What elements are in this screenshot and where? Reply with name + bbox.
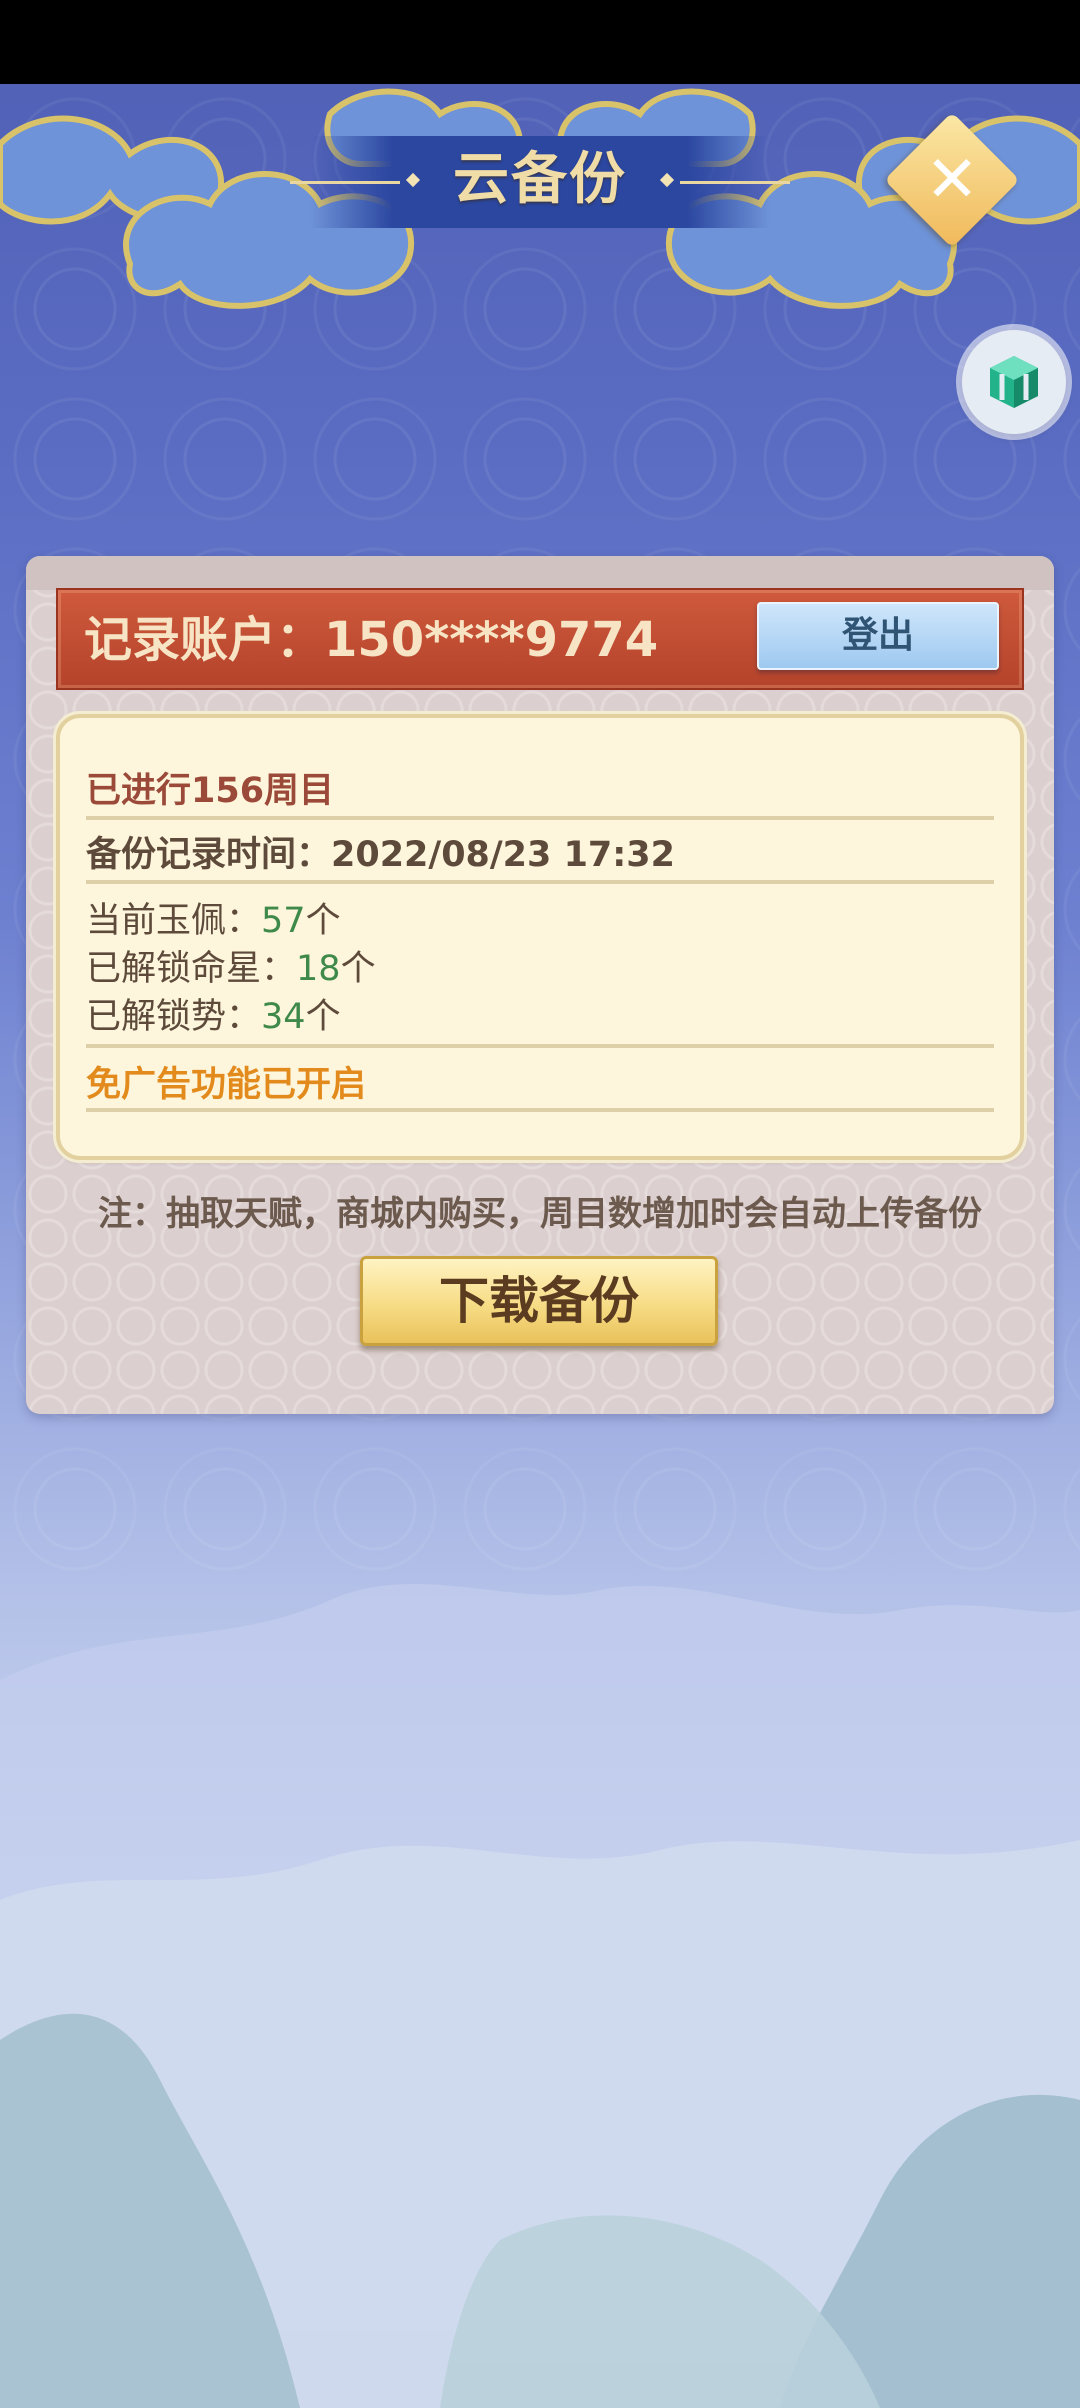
star-value: 18	[296, 949, 341, 989]
star-unit: 个	[340, 949, 376, 989]
cube-icon	[990, 356, 1038, 408]
download-backup-button[interactable]: 下载备份	[360, 1256, 718, 1346]
status-bar	[0, 0, 1080, 84]
account-label: 记录账户：150****9774	[84, 612, 659, 668]
page-title: 云备份	[453, 147, 627, 212]
jade-value: 57	[261, 901, 306, 941]
divider	[86, 1044, 994, 1048]
mountain-landscape	[0, 1583, 1080, 2408]
power-value: 34	[261, 997, 306, 1037]
close-icon[interactable]: ✕	[904, 132, 1000, 228]
logout-button[interactable]: 登出	[757, 602, 999, 670]
divider	[86, 1108, 994, 1112]
note-text: 注：抽取天赋，商城内购买，周目数增加时会自动上传备份	[98, 1194, 982, 1234]
cube-button[interactable]	[962, 330, 1066, 434]
card-top-strip	[26, 556, 1054, 590]
star-row: 已解锁命星：18个	[86, 940, 376, 991]
jade-unit: 个	[305, 901, 341, 941]
backup-time-text: 备份记录时间：2022/08/23 17:32	[86, 835, 675, 875]
no-ads-text: 免广告功能已开启	[86, 1065, 367, 1105]
power-label: 已解锁势：	[86, 997, 262, 1037]
power-row: 已解锁势：34个	[86, 988, 341, 1039]
jade-label: 当前玉佩：	[86, 901, 262, 941]
power-unit: 个	[305, 997, 341, 1037]
star-label: 已解锁命星：	[86, 949, 297, 989]
jade-row: 当前玉佩：57个	[86, 892, 341, 943]
divider	[86, 816, 994, 820]
divider	[86, 880, 994, 884]
cycles-text: 已进行156周目	[86, 771, 335, 811]
